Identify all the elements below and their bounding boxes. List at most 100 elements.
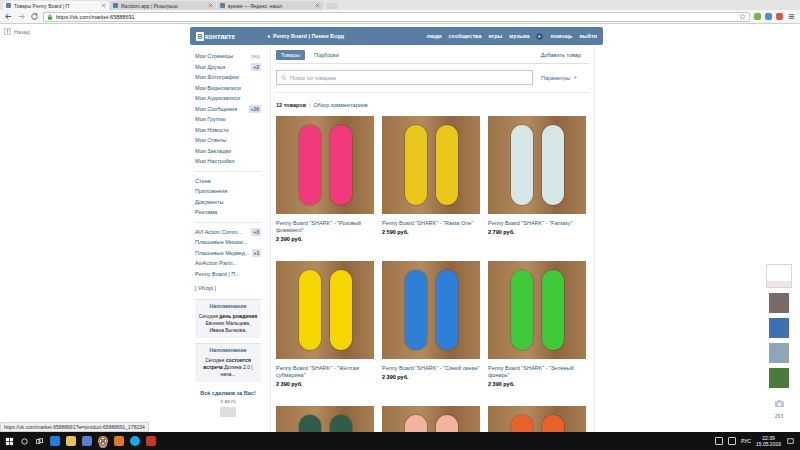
product-photo[interactable] xyxy=(488,406,586,432)
reminder-box[interactable]: Напоминание Сегодня день рождения Евгени… xyxy=(195,299,261,338)
product-title[interactable]: Penny Board "SHARK" - "Зелёный фонарь" xyxy=(488,365,586,379)
sidebar-item[interactable]: Мои Фотографии xyxy=(195,72,261,83)
play-icon[interactable] xyxy=(536,33,543,40)
sidebar-item[interactable]: Мои Друзья +2 xyxy=(195,62,261,73)
chat-avatar[interactable] xyxy=(769,368,789,388)
product-title[interactable]: Penny Board "SHARK" - "Rasta One" xyxy=(382,220,480,227)
volume-icon[interactable] xyxy=(728,437,736,445)
windows-start-icon[interactable] xyxy=(5,437,14,446)
product-photo[interactable] xyxy=(488,261,586,359)
forward-arrow-icon[interactable] xyxy=(17,12,26,21)
edit-link[interactable]: ред. xyxy=(251,53,261,59)
media-icon[interactable] xyxy=(114,436,124,446)
sidebar-item[interactable]: AviAction Partn... xyxy=(195,258,261,269)
nav-item[interactable]: сообщества xyxy=(449,33,482,39)
chrome-icon[interactable] xyxy=(98,436,108,446)
product-card[interactable] xyxy=(276,406,374,432)
market-tab[interactable]: Товары xyxy=(276,50,305,60)
task-view-icon[interactable] xyxy=(35,437,44,446)
sidebar-item[interactable]: Мои Ответы xyxy=(195,135,261,146)
back-arrow-icon[interactable] xyxy=(4,12,13,21)
sidebar-item[interactable]: Мои Новости xyxy=(195,125,261,136)
menu-icon[interactable] xyxy=(787,12,796,21)
chat-avatar[interactable] xyxy=(769,318,789,338)
product-photo[interactable] xyxy=(276,406,374,432)
product-card[interactable]: Penny Board "SHARK" - "Жёлтая субмарина"… xyxy=(276,261,374,406)
clock[interactable]: 22:39 15.05.2016 xyxy=(756,435,781,448)
nav-item[interactable]: выйти xyxy=(579,33,597,39)
product-card[interactable]: Penny Board "SHARK" - "Зелёный фонарь" 2… xyxy=(488,261,586,406)
sidebar-item[interactable]: Документы xyxy=(195,197,261,208)
nav-item[interactable]: игры xyxy=(488,33,502,39)
sidebar-item[interactable]: Мои Настройки xyxy=(195,156,261,167)
product-photo[interactable] xyxy=(276,116,374,214)
ad-block[interactable]: Всё сделаем за Вас! z-ap.ru xyxy=(195,390,261,417)
sidebar-item[interactable]: Приложения xyxy=(195,186,261,197)
product-title[interactable]: Penny Board "SHARK" - "Розовый фламинго" xyxy=(276,220,374,234)
skype-icon[interactable] xyxy=(130,436,140,446)
bookmark-star-icon[interactable] xyxy=(739,13,746,20)
product-photo[interactable] xyxy=(382,406,480,432)
vkopt-link[interactable]: [ VKopt ] xyxy=(195,285,261,294)
product-card[interactable] xyxy=(488,406,586,432)
reload-icon[interactable] xyxy=(30,12,39,21)
product-photo[interactable] xyxy=(276,261,374,359)
browser-tab[interactable]: Random.app | Розыгрыш xyxy=(110,1,216,10)
sidebar-item[interactable]: Мои Страницы ред. xyxy=(195,51,261,62)
group-title[interactable]: Penny Board | Пенни Борд xyxy=(266,33,344,39)
sidebar-item[interactable]: Мои Видеозаписи xyxy=(195,83,261,94)
new-tab-button[interactable] xyxy=(326,3,338,9)
product-card[interactable]: Penny Board "SHARK" - "Rasta One" 2 590 … xyxy=(382,116,480,261)
extension-icon[interactable] xyxy=(765,13,772,20)
close-icon[interactable] xyxy=(315,3,320,8)
add-product-link[interactable]: Добавить товар xyxy=(541,52,589,58)
extension-icon[interactable] xyxy=(754,13,761,20)
sidebar-item[interactable]: Стена xyxy=(195,176,261,187)
vk-logo[interactable]: В контакте xyxy=(196,32,266,41)
network-icon[interactable] xyxy=(715,437,723,445)
chat-avatar[interactable] xyxy=(769,343,789,363)
browser-tab[interactable]: Товары Penny Board | П xyxy=(3,1,109,10)
camera-icon[interactable] xyxy=(774,399,785,408)
product-card[interactable] xyxy=(382,406,480,432)
sidebar-item[interactable]: Плюшевые Медвед... +1 xyxy=(195,248,261,259)
sidebar-item[interactable]: Мои Группы xyxy=(195,114,261,125)
sidebar-item[interactable]: Мои Аудиозаписи xyxy=(195,93,261,104)
product-title[interactable]: Penny Board "SHARK" - "Жёлтая субмарина" xyxy=(276,365,374,379)
language-indicator[interactable]: РУС xyxy=(741,438,751,444)
sidebar-item[interactable]: Реклама xyxy=(195,207,261,218)
product-title[interactable]: Penny Board "SHARK" - "Синий океан" xyxy=(382,365,480,372)
product-photo[interactable] xyxy=(382,116,480,214)
folder-icon[interactable] xyxy=(66,436,76,446)
back-link[interactable]: Назад xyxy=(4,28,186,35)
recorder-icon[interactable] xyxy=(146,436,156,446)
store-icon[interactable] xyxy=(82,436,92,446)
edge-icon[interactable] xyxy=(50,436,60,446)
sidebar-item[interactable]: Мои Сообщения +26 xyxy=(195,104,261,115)
search-icon[interactable] xyxy=(20,437,29,446)
market-tab[interactable]: Подборки xyxy=(309,50,344,60)
close-icon[interactable] xyxy=(101,3,106,8)
nav-item[interactable]: музыка xyxy=(509,33,529,39)
extension-icon[interactable] xyxy=(776,13,783,20)
product-card[interactable]: Penny Board "SHARK" - "Синий океан" 2 39… xyxy=(382,261,480,406)
sidebar-item[interactable]: Penny Board | П... xyxy=(195,269,261,280)
filter-dropdown[interactable]: Параметры xyxy=(541,75,578,81)
browser-tab[interactable]: время — Яндекс: нашл xyxy=(217,1,323,10)
product-card[interactable]: Penny Board "SHARK" - "Fantasy" 2 790 ру… xyxy=(488,116,586,261)
reminder-box[interactable]: Напоминание Сегодня состоится встреча До… xyxy=(195,343,261,382)
sidebar-item[interactable]: AVI Action Comm... +3 xyxy=(195,227,261,238)
nav-item[interactable]: люди xyxy=(427,33,442,39)
comments-link[interactable]: Обзор комментариев xyxy=(314,102,368,108)
close-icon[interactable] xyxy=(208,3,213,8)
notifications-icon[interactable] xyxy=(786,437,795,446)
chat-avatar[interactable] xyxy=(769,293,789,313)
product-card[interactable]: Penny Board "SHARK" - "Розовый фламинго"… xyxy=(276,116,374,261)
product-title[interactable]: Penny Board "SHARK" - "Fantasy" xyxy=(488,220,586,227)
product-photo[interactable] xyxy=(488,116,586,214)
sidebar-item[interactable]: Плюшевые Мишки... xyxy=(195,237,261,248)
chat-card[interactable] xyxy=(766,264,792,288)
nav-item[interactable]: помощь xyxy=(550,33,572,39)
product-photo[interactable] xyxy=(382,261,480,359)
address-bar[interactable]: https://vk.com/market-65888691 xyxy=(43,12,750,22)
